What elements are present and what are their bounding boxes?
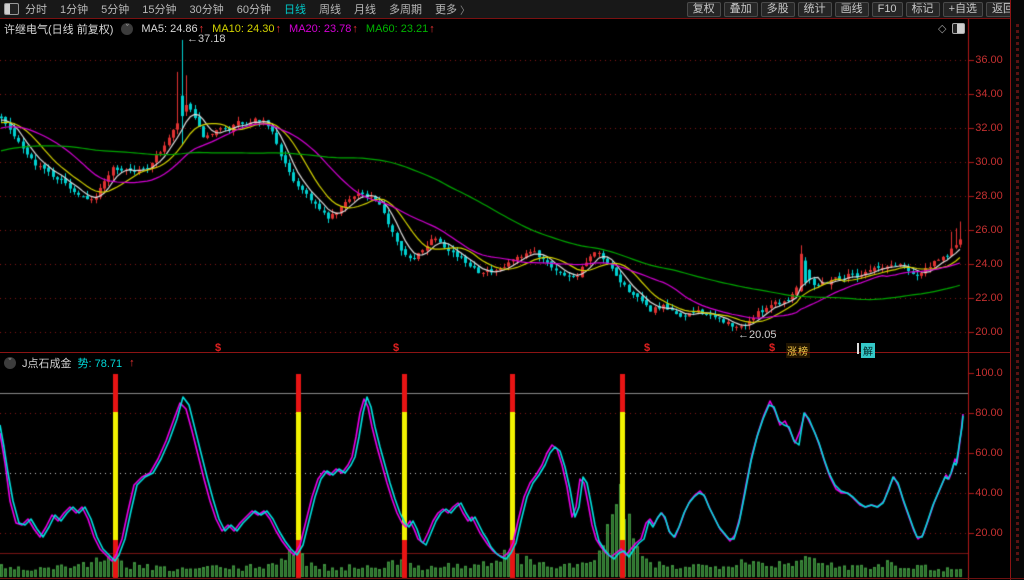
ma20-label: MA20: 23.78↑ bbox=[289, 23, 358, 35]
multi-stock-button[interactable]: 多股 bbox=[761, 2, 795, 17]
tab-5min[interactable]: 5分钟 bbox=[101, 1, 129, 17]
price-axis-label: 26.00 bbox=[969, 224, 1009, 236]
tab-15min[interactable]: 15分钟 bbox=[142, 1, 176, 17]
low-price-label: ←20.05 bbox=[738, 329, 777, 341]
price-axis-label: 22.00 bbox=[969, 292, 1009, 304]
window-icon[interactable] bbox=[952, 23, 965, 34]
indicator-axis-label: 80.00 bbox=[969, 407, 1009, 419]
ma60-label: MA60: 23.21↑ bbox=[366, 23, 435, 35]
tab-60min[interactable]: 60分钟 bbox=[237, 1, 271, 17]
badge-tick bbox=[857, 343, 859, 354]
indicator-axis-label: 60.00 bbox=[969, 447, 1009, 459]
dollar-signal-icon: $ bbox=[393, 342, 399, 354]
dollar-signal-icon: $ bbox=[769, 342, 775, 354]
indicator-axis-label: 20.00 bbox=[969, 527, 1009, 539]
up-arrow-icon: ↑ bbox=[276, 23, 282, 35]
shi-value-label: 势: 78.71 bbox=[78, 355, 123, 371]
price-axis-label: 32.00 bbox=[969, 122, 1009, 134]
indicator-axis-label: 100.0 bbox=[969, 367, 1009, 379]
tab-1min[interactable]: 1分钟 bbox=[60, 1, 88, 17]
period-tabs: 分时 1分钟 5分钟 15分钟 30分钟 60分钟 日线 周线 月线 多周期 更… bbox=[25, 1, 470, 17]
adjust-price-button[interactable]: 复权 bbox=[687, 2, 721, 17]
layout-icon[interactable] bbox=[4, 3, 19, 15]
price-axis-label: 24.00 bbox=[969, 258, 1009, 270]
statistics-button[interactable]: 统计 bbox=[798, 2, 832, 17]
tab-minute-view[interactable]: 分时 bbox=[25, 1, 47, 17]
dollar-signal-icon: $ bbox=[215, 342, 221, 354]
limit-up-badge[interactable]: 涨榜 bbox=[786, 343, 810, 358]
tab-30min[interactable]: 30分钟 bbox=[190, 1, 224, 17]
more-menu[interactable]: 更多 〉 bbox=[435, 1, 470, 17]
stock-title: 许继电气(日线 前复权) bbox=[4, 21, 113, 37]
top-toolbar: 分时 1分钟 5分钟 15分钟 30分钟 60分钟 日线 周线 月线 多周期 更… bbox=[0, 0, 1024, 19]
price-axis-label: 34.00 bbox=[969, 88, 1009, 100]
indicator-axis-label: 40.00 bbox=[969, 487, 1009, 499]
up-arrow-icon: ↑ bbox=[429, 23, 435, 35]
price-axis-label: 28.00 bbox=[969, 190, 1009, 202]
draw-line-button[interactable]: 画线 bbox=[835, 2, 869, 17]
up-arrow-icon: ↑ bbox=[352, 23, 358, 35]
diamond-icon[interactable]: ◇ bbox=[938, 22, 946, 35]
main-chart-header: 许继电气(日线 前复权) ˇ MA5: 24.86↑ MA10: 24.30↑ … bbox=[4, 21, 435, 37]
up-arrow-icon: ↑ bbox=[129, 357, 135, 369]
indicator-title: J点石成金 bbox=[22, 355, 72, 371]
main-candlestick-chart[interactable] bbox=[0, 19, 1010, 352]
up-arrow-icon: ↑ bbox=[199, 23, 205, 35]
chart-corner-icons: ◇ bbox=[938, 22, 965, 35]
dollar-signal-icon: $ bbox=[644, 342, 650, 354]
price-axis-label: 36.00 bbox=[969, 54, 1009, 66]
toolbar-buttons: 复权 叠加 多股 统计 画线 F10 标记 +自选 返回 bbox=[687, 2, 1024, 17]
price-axis-label: 20.00 bbox=[969, 326, 1009, 338]
overlay-button[interactable]: 叠加 bbox=[724, 2, 758, 17]
indicator-chart[interactable] bbox=[0, 353, 1010, 580]
tab-daily[interactable]: 日线 bbox=[284, 1, 306, 17]
add-watchlist-button[interactable]: +自选 bbox=[943, 2, 983, 17]
app-window: 分时 1分钟 5分钟 15分钟 30分钟 60分钟 日线 周线 月线 多周期 更… bbox=[0, 0, 1024, 580]
mark-button[interactable]: 标记 bbox=[906, 2, 940, 17]
right-edge-strip bbox=[1010, 0, 1024, 580]
ma10-label: MA10: 24.30↑ bbox=[212, 23, 281, 35]
f10-button[interactable]: F10 bbox=[872, 2, 903, 17]
jie-badge[interactable]: 解 bbox=[861, 343, 875, 358]
chevron-right-icon: 〉 bbox=[460, 2, 470, 17]
ma5-label: MA5: 24.86↑ bbox=[141, 23, 204, 35]
price-axis-label: 30.00 bbox=[969, 156, 1009, 168]
tab-multi-period[interactable]: 多周期 bbox=[389, 1, 422, 17]
bottom-border bbox=[0, 578, 1024, 579]
tab-monthly[interactable]: 月线 bbox=[354, 1, 376, 17]
collapse-icon[interactable]: ˇ bbox=[4, 357, 16, 369]
collapse-icon[interactable]: ˇ bbox=[121, 23, 133, 35]
tick-strip bbox=[1016, 24, 1019, 564]
more-label: 更多 bbox=[435, 1, 457, 17]
indicator-header: ˇ J点石成金 势: 78.71 ↑ bbox=[4, 355, 135, 371]
tab-weekly[interactable]: 周线 bbox=[319, 1, 341, 17]
